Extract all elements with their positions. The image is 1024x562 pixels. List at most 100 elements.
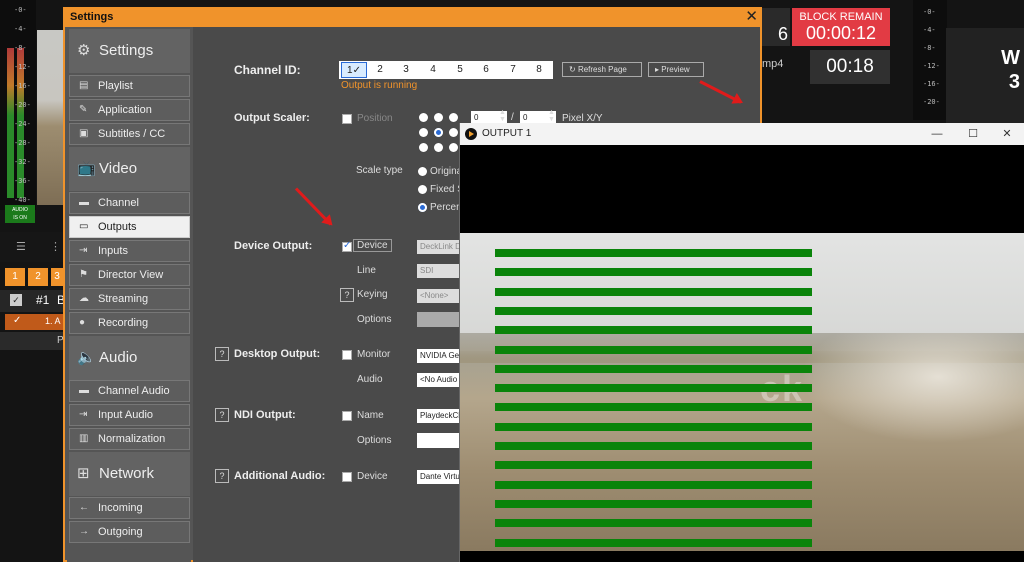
meter-tick: -8- bbox=[14, 44, 27, 52]
block-remain-panel: BLOCK REMAIN 00:00:12 bbox=[792, 8, 890, 46]
desktop-help-button[interactable]: ? bbox=[215, 347, 229, 361]
close-icon[interactable]: ✕ bbox=[990, 123, 1024, 145]
sidebar-item-streaming[interactable]: ☁ Streaming bbox=[69, 288, 190, 310]
sidebar-item-recording[interactable]: ● Recording bbox=[69, 312, 190, 334]
monitor-checkbox[interactable] bbox=[342, 350, 352, 360]
device-checkbox[interactable] bbox=[342, 240, 352, 252]
meter-tick: -16- bbox=[923, 80, 940, 88]
channel-5[interactable]: 5 bbox=[447, 62, 473, 78]
sidebar-item-director-view[interactable]: ⚑ Director View bbox=[69, 264, 190, 286]
ndi-options-button[interactable] bbox=[417, 433, 462, 448]
meter-tick: -24- bbox=[14, 120, 31, 128]
line-select[interactable]: SDI bbox=[417, 264, 462, 278]
channel-7[interactable]: 7 bbox=[500, 62, 526, 78]
meter-tick: -36- bbox=[14, 177, 31, 185]
scale-percent-radio[interactable] bbox=[418, 203, 427, 212]
sidebar-item-channel-audio[interactable]: ▬ Channel Audio bbox=[69, 380, 190, 402]
additional-audio-help-button[interactable]: ? bbox=[215, 469, 229, 483]
bg-tab-3[interactable]: 3 bbox=[51, 268, 63, 286]
check-icon: ✓ bbox=[13, 315, 22, 326]
sidebar-item-incoming[interactable]: ← Incoming bbox=[69, 497, 190, 519]
preview-label: Preview bbox=[661, 65, 690, 74]
playlist-checkbox[interactable]: ✓ bbox=[10, 294, 22, 306]
anchor-bottom-left[interactable] bbox=[419, 143, 428, 152]
anchor-top-right[interactable] bbox=[449, 113, 458, 122]
anchor-top-left[interactable] bbox=[419, 113, 428, 122]
minimize-icon[interactable]: — bbox=[920, 123, 954, 145]
refresh-page-label: Refresh Page bbox=[577, 65, 627, 74]
document-icon: ▤ bbox=[79, 80, 89, 91]
close-icon[interactable]: ✕ bbox=[745, 7, 758, 27]
sidebar-item-outputs[interactable]: ▭ Outputs bbox=[69, 216, 190, 238]
keying-help-button[interactable]: ? bbox=[340, 288, 354, 302]
channel-6[interactable]: 6 bbox=[473, 62, 499, 78]
sidebar-heading-label: Network bbox=[99, 465, 155, 482]
sidebar-item-subtitles[interactable]: ▣ Subtitles / CC bbox=[69, 123, 190, 145]
director-icon: ⚑ bbox=[79, 269, 88, 280]
preview-button[interactable]: ▸ Preview bbox=[648, 62, 704, 77]
partial-counter: 6 bbox=[760, 8, 790, 46]
additional-device-select[interactable]: Dante Virtu bbox=[417, 470, 462, 484]
grid-icon[interactable]: ⋮ bbox=[50, 240, 61, 253]
sidebar-item-application[interactable]: ✎ Application bbox=[69, 99, 190, 121]
maximize-icon[interactable]: ☐ bbox=[956, 123, 990, 145]
list-icon[interactable]: ☰ bbox=[16, 240, 26, 253]
position-y-stepper[interactable]: ▲ ▼ bbox=[548, 109, 555, 123]
audio-select[interactable]: <No Audio bbox=[417, 373, 462, 387]
channel-8[interactable]: 8 bbox=[526, 62, 552, 78]
position-x-stepper[interactable]: ▲ ▼ bbox=[499, 109, 506, 123]
device-options-button[interactable] bbox=[417, 312, 462, 327]
meter-tick: -20- bbox=[923, 98, 940, 106]
toolbar-strip: ☰ ⋮ bbox=[0, 232, 63, 262]
anchor-bottom-center[interactable] bbox=[434, 143, 443, 152]
ndi-help-button[interactable]: ? bbox=[215, 408, 229, 422]
stripe bbox=[495, 287, 812, 296]
sidebar-heading-network: ⊞ Network bbox=[69, 452, 190, 496]
ndi-name-input[interactable]: PlaydeckCh bbox=[417, 409, 462, 423]
position-label: Position bbox=[357, 113, 393, 124]
settings-title-bar[interactable]: Settings ✕ bbox=[65, 7, 762, 27]
sidebar-item-input-audio[interactable]: ⇥ Input Audio bbox=[69, 404, 190, 426]
stripe bbox=[495, 422, 812, 431]
position-checkbox[interactable] bbox=[342, 114, 352, 124]
playlist-item[interactable]: ✓ 1. A bbox=[5, 314, 63, 330]
keying-select[interactable]: <None> bbox=[417, 289, 462, 303]
sidebar-item-label: Outgoing bbox=[98, 526, 143, 538]
device-checkbox-label: Device bbox=[353, 239, 392, 252]
channel-3[interactable]: 3 bbox=[393, 62, 419, 78]
audio-meter-right: -0- -4- -8- -12- -16- -20- bbox=[913, 0, 947, 120]
anchor-middle-center[interactable] bbox=[434, 128, 443, 137]
channel-2[interactable]: 2 bbox=[367, 62, 393, 78]
stripe bbox=[495, 268, 812, 277]
channel-icon: ▬ bbox=[79, 197, 89, 208]
output-title: OUTPUT 1 bbox=[482, 128, 532, 139]
anchor-middle-right[interactable] bbox=[449, 128, 458, 137]
bg-tab-2[interactable]: 2 bbox=[28, 268, 48, 286]
app-logo-icon bbox=[465, 128, 477, 140]
additional-device-checkbox[interactable] bbox=[342, 472, 352, 482]
sidebar-item-outgoing[interactable]: → Outgoing bbox=[69, 521, 190, 543]
refresh-page-button[interactable]: ↻ Refresh Page bbox=[562, 62, 642, 77]
monitor-select[interactable]: NVIDIA GeF bbox=[417, 349, 462, 363]
anchor-top-center[interactable] bbox=[434, 113, 443, 122]
stripe bbox=[495, 384, 812, 393]
output-title-bar[interactable]: OUTPUT 1 — ☐ ✕ bbox=[460, 123, 1024, 145]
sidebar-item-inputs[interactable]: ⇥ Inputs bbox=[69, 240, 190, 262]
sidebar-item-normalization[interactable]: ▥ Normalization bbox=[69, 428, 190, 450]
sidebar-item-channel[interactable]: ▬ Channel bbox=[69, 192, 190, 214]
channel-audio-icon: ▬ bbox=[79, 385, 89, 396]
sidebar-item-label: Input Audio bbox=[98, 409, 154, 421]
channel-4[interactable]: 4 bbox=[420, 62, 446, 78]
device-select[interactable]: DeckLink D bbox=[417, 240, 462, 254]
bg-tab-1[interactable]: 1 bbox=[5, 268, 25, 286]
arrow-left-icon: ← bbox=[79, 502, 89, 513]
sidebar-item-playlist[interactable]: ▤ Playlist bbox=[69, 75, 190, 97]
channel-1[interactable]: 1✓ bbox=[341, 62, 367, 78]
scale-fixed-radio[interactable] bbox=[418, 185, 427, 194]
output-window: OUTPUT 1 — ☐ ✕ ck bbox=[459, 123, 1024, 562]
ndi-name-checkbox[interactable] bbox=[342, 411, 352, 421]
scale-original-radio[interactable] bbox=[418, 167, 427, 176]
anchor-middle-left[interactable] bbox=[419, 128, 428, 137]
anchor-bottom-right[interactable] bbox=[449, 143, 458, 152]
meter-tick: -20- bbox=[14, 101, 31, 109]
